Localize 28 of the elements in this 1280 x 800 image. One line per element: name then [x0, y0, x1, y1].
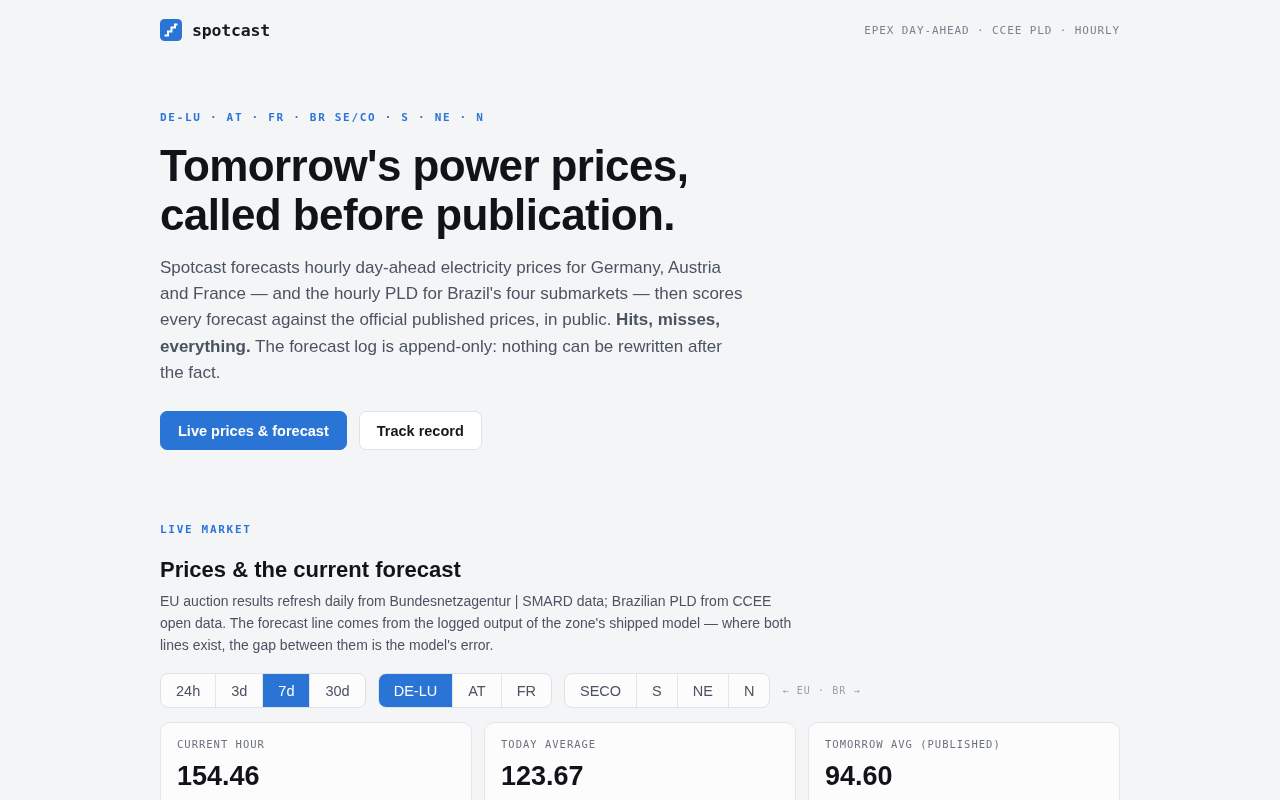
market-tagline: EPEX DAY-AHEAD · CCEE PLD · HOURLY	[864, 23, 1120, 37]
brand-name: spotcast	[192, 20, 270, 40]
segment-option[interactable]: SECO	[565, 674, 637, 707]
section-title: Prices & the current forecast	[160, 556, 461, 584]
track-record-button[interactable]: Track record	[358, 411, 482, 450]
segment-option[interactable]: N	[727, 674, 770, 707]
zones-eyebrow: DE-LU · AT · FR · BR SE/CO · S · NE · N	[160, 112, 485, 124]
segment-option[interactable]: NE	[676, 674, 728, 707]
zone-scroll-hint: ← EU · BR →	[782, 685, 861, 696]
segment-option[interactable]: FR	[500, 674, 551, 707]
section-eyebrow: LIVE MARKET	[160, 524, 252, 536]
segment-option[interactable]: S	[636, 674, 677, 707]
hero-intro: Spotcast forecasts hourly day-ahead electricity prices for Germany, Austria and France — and the hourly PLD for Brazil's four submarkets — then scores every forecast against the official published prices, in public. Hits, misses, everything. The forecast log is append-only: nothing can be rewritten after the fact.	[160, 257, 744, 384]
stat-value: 154.46	[177, 761, 260, 791]
logo-icon	[160, 19, 182, 41]
segment-option[interactable]: 7d	[262, 674, 310, 707]
stat-label: TODAY AVERAGE	[501, 738, 597, 751]
segment-option[interactable]: DE-LU	[378, 674, 453, 707]
section-description: EU auction results refresh daily from Bundesnetzagentur | SMARD data; Brazilian PLD from CCEE open data. The forecast line comes from the logged output of the zone's shipped model — where both lines exist, the gap between them is the model's error.	[160, 592, 792, 655]
segment-option[interactable]: 24h	[161, 674, 216, 707]
live-prices-button[interactable]: Live prices & forecast	[160, 411, 347, 450]
segment-option[interactable]: AT	[452, 674, 501, 707]
stat-label: CURRENT HOUR	[177, 738, 265, 751]
segment-option[interactable]: 30d	[309, 674, 365, 707]
stat-value: 123.67	[501, 761, 584, 791]
hero-headline: Tomorrow's power prices, called before publication.	[160, 141, 690, 239]
stat-label: TOMORROW AVG (PUBLISHED)	[825, 738, 1001, 751]
stat-value: 94.60	[825, 761, 893, 791]
